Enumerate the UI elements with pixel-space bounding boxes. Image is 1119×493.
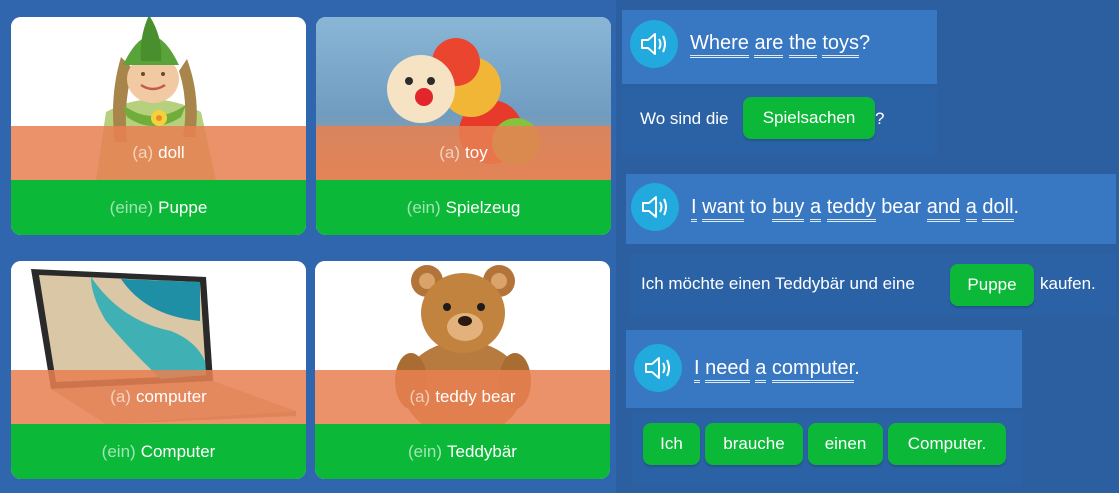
- english-translation: (a) computer: [11, 370, 306, 424]
- german-article: (ein): [101, 441, 136, 461]
- speaker-icon[interactable]: [630, 20, 678, 68]
- english-translation: (a) teddy bear: [315, 370, 610, 424]
- english-translation: (a) doll: [11, 126, 306, 180]
- english-word: doll: [158, 143, 185, 162]
- word[interactable]: computer: [771, 357, 855, 383]
- german-article: (ein): [408, 441, 443, 461]
- german-text-before: Wo sind die: [640, 109, 729, 128]
- sentence-punctuation: ?: [859, 32, 871, 54]
- word[interactable]: the: [788, 32, 817, 58]
- english-article: (a): [132, 143, 154, 162]
- english-word: computer: [135, 387, 207, 406]
- word[interactable]: buy: [772, 196, 805, 222]
- answer-chip[interactable]: Computer.: [888, 423, 1006, 465]
- speaker-icon[interactable]: [634, 344, 682, 392]
- english-article: (a): [439, 143, 461, 162]
- vocab-card-teddy-bear[interactable]: (a) teddy bear (ein) Teddybär: [315, 261, 610, 479]
- word[interactable]: I: [691, 196, 697, 222]
- sentence-punctuation: .: [854, 357, 860, 379]
- german-label: (ein) Spielzeug: [316, 180, 611, 235]
- answer-chip[interactable]: Ich: [643, 423, 700, 465]
- german-text-before: Ich möchte einen Teddybär und eine: [641, 274, 915, 293]
- word[interactable]: bear: [881, 196, 921, 218]
- vocab-card-computer[interactable]: (a) computer (ein) Computer: [11, 261, 306, 479]
- german-label: (eine) Puppe: [11, 180, 306, 235]
- word[interactable]: need: [705, 357, 750, 383]
- word[interactable]: Where: [690, 32, 749, 58]
- english-sentence: I need a computer.: [694, 355, 860, 383]
- answer-chip[interactable]: Puppe: [950, 264, 1034, 306]
- vocab-card-doll[interactable]: (a) doll (eine) Puppe: [11, 17, 306, 235]
- answer-chip[interactable]: einen: [808, 423, 883, 465]
- german-word: Computer: [140, 441, 216, 461]
- answer-chip[interactable]: Spielsachen: [743, 97, 875, 139]
- sentence-2-english-row: I want to buy a teddy bear and a doll.: [626, 174, 1116, 244]
- word[interactable]: want: [702, 196, 745, 222]
- english-translation: (a) toy: [316, 126, 611, 180]
- german-word: Puppe: [158, 197, 208, 217]
- sentence-3-german-row: Ich brauche einen Computer.: [632, 413, 1022, 485]
- english-word: teddy bear: [435, 387, 516, 406]
- word[interactable]: a: [810, 196, 822, 222]
- word[interactable]: are: [754, 32, 784, 58]
- german-article: (ein): [406, 197, 441, 217]
- german-label: (ein) Computer: [11, 424, 306, 479]
- german-article: (eine): [109, 197, 154, 217]
- word[interactable]: a: [965, 196, 977, 222]
- sentence-punctuation: .: [1013, 196, 1020, 218]
- english-article: (a): [110, 387, 131, 406]
- word[interactable]: I: [694, 357, 700, 383]
- word[interactable]: doll: [982, 196, 1014, 222]
- german-word: Spielzeug: [445, 197, 521, 217]
- german-text-after: ?: [875, 109, 885, 128]
- word[interactable]: and: [926, 196, 961, 222]
- sentence-1-german-row: Wo sind die Spielsachen ?: [622, 88, 937, 156]
- speaker-icon[interactable]: [631, 183, 679, 231]
- english-sentence: I want to buy a teddy bear and a doll.: [691, 194, 1020, 222]
- word[interactable]: teddy: [826, 196, 876, 222]
- word[interactable]: a: [755, 357, 767, 383]
- english-sentence: Where are the toys?: [690, 30, 871, 58]
- german-word: Teddybär: [447, 441, 517, 461]
- sentence-3-english-row: I need a computer.: [626, 330, 1022, 408]
- sentence-2-german-row: Ich möchte einen Teddybär und eine Puppe…: [630, 254, 1116, 316]
- german-label: (ein) Teddybär: [315, 424, 610, 479]
- answer-chip[interactable]: brauche: [705, 423, 803, 465]
- english-word: toy: [465, 143, 488, 162]
- sentence-1-english-row: Where are the toys?: [622, 10, 937, 84]
- german-text-after: kaufen.: [1040, 274, 1096, 293]
- english-article: (a): [409, 387, 431, 406]
- vocab-card-toy[interactable]: (a) toy (ein) Spielzeug: [316, 17, 611, 235]
- word[interactable]: toys: [822, 32, 859, 58]
- word[interactable]: to: [750, 196, 767, 218]
